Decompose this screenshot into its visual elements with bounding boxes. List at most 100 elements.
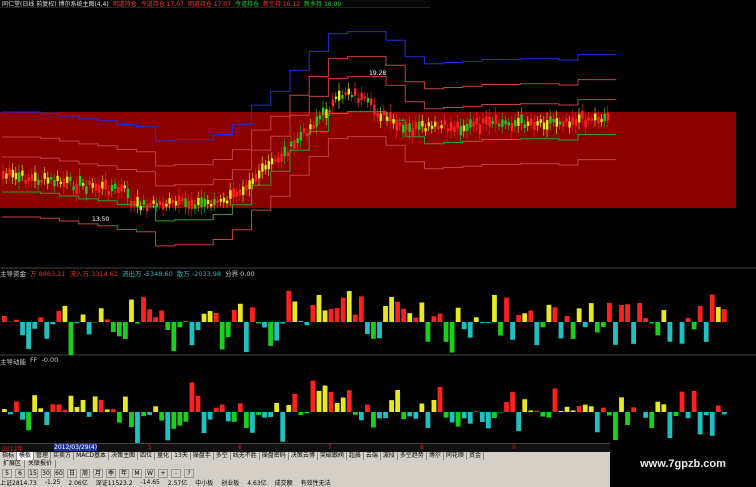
tab-16[interactable]: 云端 <box>364 452 381 460</box>
money-bar <box>570 322 576 339</box>
candle-body <box>395 120 398 131</box>
momentum-bar <box>8 412 13 415</box>
money-bar <box>352 314 358 322</box>
toolbar-button-7[interactable]: 月 <box>93 468 103 478</box>
candle-body <box>88 180 91 185</box>
tab-21[interactable]: 资金 <box>467 452 484 460</box>
money-bar <box>2 315 7 322</box>
candle-body <box>459 126 462 136</box>
toolbar-button-14[interactable]: ? <box>184 468 194 478</box>
candle-body <box>5 173 8 179</box>
candle-body <box>62 178 66 187</box>
toolbar-button-8[interactable]: 季 <box>106 468 116 478</box>
tab-0[interactable]: 指标 <box>0 452 18 460</box>
tab-7[interactable]: 量化 <box>155 452 173 460</box>
candle-body <box>261 163 264 172</box>
money-bar <box>26 322 31 350</box>
candle-body <box>123 185 126 189</box>
toolbar-button-9[interactable]: 年 <box>119 468 129 478</box>
candle-body <box>562 121 565 127</box>
candle-body <box>69 176 72 181</box>
money-bar <box>177 322 183 328</box>
tab-20[interactable]: 同花顺 <box>444 452 467 460</box>
momentum-bar <box>461 412 467 419</box>
candle-body <box>392 119 395 124</box>
toolbar-button-12[interactable]: + <box>158 468 168 478</box>
tab-3[interactable]: 买卖方 <box>51 452 75 460</box>
toolbar-button-10[interactable]: M <box>132 468 142 478</box>
momentum-bar <box>679 391 685 412</box>
axis-range[interactable]: 2012/03/29(4) <box>54 444 98 451</box>
tab-19[interactable]: 博尔 <box>427 452 444 460</box>
tab-2[interactable]: 管理 <box>34 452 52 460</box>
momentum-bar <box>225 412 231 422</box>
low-price-label: 13.50 <box>92 216 110 223</box>
tab-10[interactable]: 多空 <box>214 452 231 460</box>
money-bar <box>141 297 146 322</box>
momentum-bar <box>443 412 449 418</box>
tab-12[interactable]: 操盘密码 <box>260 452 289 460</box>
candle-body <box>242 186 245 195</box>
candle-body <box>584 119 587 128</box>
momentum-bar <box>546 412 552 418</box>
momentum-bar <box>492 412 497 418</box>
tab-8[interactable]: 13天 <box>172 452 191 460</box>
stock-chart[interactable] <box>0 0 756 443</box>
tab-5[interactable]: 决策主图 <box>109 452 139 460</box>
momentum-bar <box>231 412 237 422</box>
tab-9[interactable]: 操盘手 <box>191 452 214 460</box>
money-bar <box>637 302 643 322</box>
money-bar <box>564 315 570 322</box>
tab-14[interactable]: 突破跟阀 <box>318 452 347 460</box>
tab-extension[interactable]: 扩展区 <box>0 460 26 468</box>
title-bar: 同仁堂(日线 前复权) 博尔系统主图(4,4) 明道持仓 今道持仓 17.07 … <box>0 0 430 8</box>
candle-body <box>469 119 472 128</box>
money-bar <box>56 310 62 322</box>
momentum-bar <box>431 400 437 412</box>
momentum-bar <box>171 412 177 429</box>
candle-body <box>312 125 315 129</box>
money-bar <box>123 322 128 340</box>
momentum-bar <box>262 412 267 418</box>
momentum-bar <box>504 401 509 412</box>
toolbar-button-6[interactable]: 周 <box>80 468 90 478</box>
candle-body <box>98 184 101 193</box>
candle-body <box>8 168 11 176</box>
tab-1[interactable]: 模板 <box>17 452 35 460</box>
money-bar <box>68 322 74 356</box>
status-item-9: 成交额 <box>274 480 293 487</box>
money-bar <box>183 320 189 322</box>
toolbar-button-4[interactable]: 60 <box>54 468 64 478</box>
money-bar <box>721 309 727 322</box>
toolbar-button-5[interactable]: 日 <box>67 468 77 478</box>
tab-18[interactable]: 多空趋势 <box>398 452 427 460</box>
toolbar-button-2[interactable]: 15 <box>28 468 38 478</box>
money-bar <box>467 322 473 338</box>
momentum-bar <box>437 386 443 412</box>
tab-15[interactable]: 超晨 <box>347 452 364 460</box>
candle-body <box>344 92 347 96</box>
momentum-bar <box>473 411 479 412</box>
toolbar-button-3[interactable]: 30 <box>41 468 51 478</box>
toolbar-button-13[interactable]: - <box>171 468 181 478</box>
tab-17[interactable]: 波段 <box>381 452 398 460</box>
axis-tick-9: 9 <box>512 444 516 451</box>
money-bar <box>649 322 655 324</box>
tab-related-quote[interactable]: 关联报价 <box>25 460 57 468</box>
tab-11[interactable]: 线无不胜 <box>231 452 260 460</box>
momentum-bar <box>334 402 340 412</box>
candle-body <box>466 123 469 131</box>
tab-4[interactable]: MACD基本 <box>74 452 110 460</box>
tab-6[interactable]: 四位 <box>138 452 156 460</box>
candle-body <box>168 198 171 204</box>
money-bar <box>256 322 261 324</box>
momentum-bar <box>600 407 606 412</box>
candle-body <box>267 161 270 169</box>
toolbar-button-0[interactable]: 5 <box>2 468 12 478</box>
status-bar: 上证2814.73 -1.25 2.06亿 深证11523.2 -14.65 2.57亿中… <box>0 478 610 487</box>
candle-body <box>107 190 110 196</box>
indicator1-item-4: 分界 0.00 <box>225 270 255 278</box>
toolbar-button-1[interactable]: 6 <box>15 468 25 478</box>
toolbar-button-11[interactable]: W <box>145 468 155 478</box>
tab-13[interactable]: 决策云博 <box>289 452 318 460</box>
